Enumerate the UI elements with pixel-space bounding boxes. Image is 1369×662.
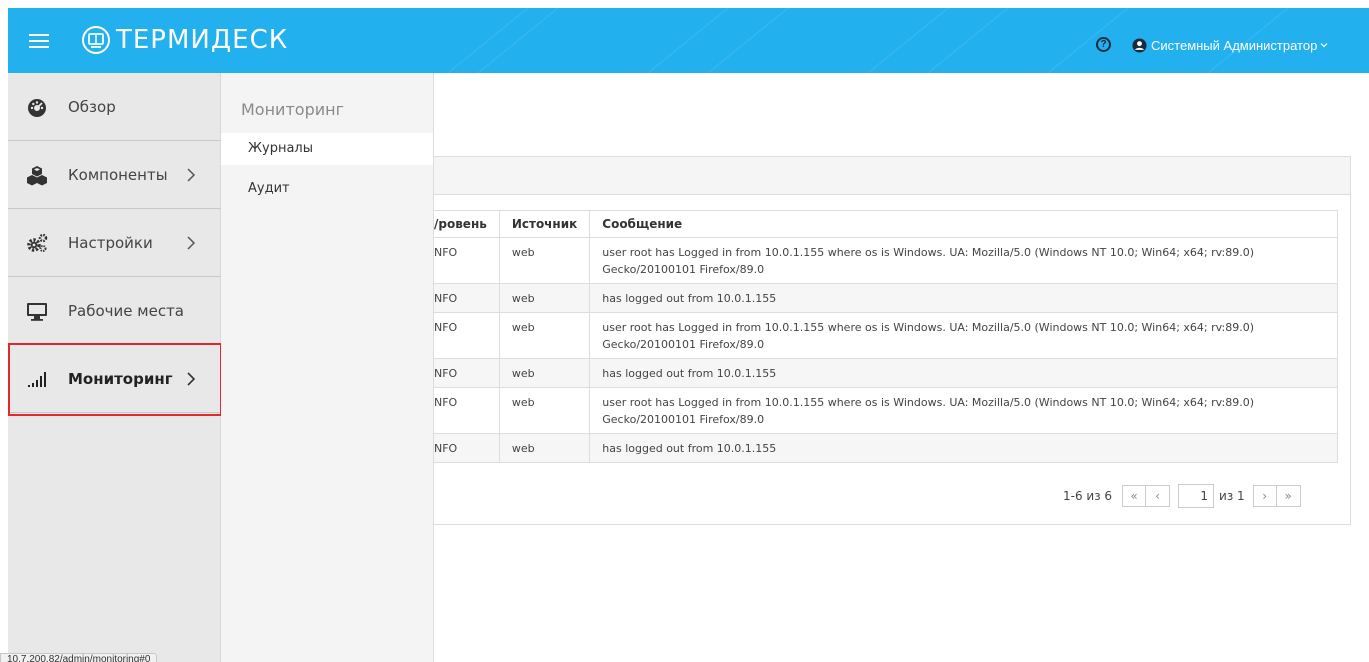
termidesk-logo-icon bbox=[82, 26, 110, 54]
submenu-panel: Мониторинг Журналы Аудит bbox=[221, 73, 434, 662]
sidebar-item-monitoring[interactable]: Мониторинг bbox=[8, 345, 221, 413]
sidebar-item-label: Обзор bbox=[68, 97, 116, 116]
pagination-range: 1-6 из 6 bbox=[1063, 489, 1113, 503]
sidebar-item-label: Рабочие места bbox=[68, 301, 184, 320]
question-circle-icon[interactable]: ? bbox=[1096, 37, 1111, 52]
submenu-item-journals[interactable]: Журналы bbox=[221, 133, 433, 165]
signal-bars-icon bbox=[28, 371, 46, 387]
column-header-message[interactable]: Сообщение bbox=[589, 210, 1338, 238]
logs-table: /ровень Источник Сообщение NFO web user … bbox=[434, 210, 1338, 463]
next-page-button[interactable]: › bbox=[1252, 485, 1277, 507]
top-header: ТЕРМИДЕСК ? Системный Администратор bbox=[8, 8, 1369, 73]
cell-message: has logged out from 10.0.1.155 bbox=[589, 283, 1338, 313]
cell-message: has logged out from 10.0.1.155 bbox=[589, 433, 1338, 463]
sidebar-item-settings[interactable]: Настройки bbox=[8, 209, 221, 277]
cell-message: has logged out from 10.0.1.155 bbox=[589, 358, 1338, 388]
sidebar-item-label: Компоненты bbox=[68, 165, 168, 184]
cell-source: web bbox=[499, 387, 591, 434]
submenu-item-audit[interactable]: Аудит bbox=[221, 173, 433, 205]
first-page-button[interactable]: « bbox=[1122, 485, 1147, 507]
prev-page-button[interactable]: ‹ bbox=[1146, 485, 1171, 507]
sidebar-item-overview[interactable]: Обзор bbox=[8, 73, 221, 141]
cell-source: web bbox=[499, 312, 591, 359]
chevron-right-icon bbox=[187, 167, 196, 182]
gears-icon bbox=[27, 233, 48, 252]
sidebar-item-workplaces[interactable]: Рабочие места bbox=[8, 277, 221, 345]
cell-level: NFO bbox=[434, 237, 500, 284]
table-header-row: /ровень Источник Сообщение bbox=[434, 210, 1338, 238]
pagination: 1-6 из 6 « ‹ из 1 › » bbox=[1063, 484, 1301, 508]
chevron-right-icon bbox=[187, 371, 196, 386]
cell-source: web bbox=[499, 237, 591, 284]
chevron-down-icon bbox=[1320, 43, 1328, 48]
chevron-right-icon bbox=[187, 235, 196, 250]
cubes-icon bbox=[27, 165, 47, 185]
sidebar: Обзор Компоненты Настройки Рабочие места… bbox=[8, 73, 221, 662]
cell-message: user root has Logged in from 10.0.1.155 … bbox=[589, 312, 1338, 359]
hamburger-icon[interactable] bbox=[29, 34, 49, 49]
table-row[interactable]: NFO web has logged out from 10.0.1.155 bbox=[434, 433, 1338, 463]
cell-message: user root has Logged in from 10.0.1.155 … bbox=[589, 387, 1338, 434]
cell-level: NFO bbox=[434, 283, 500, 313]
dashboard-icon bbox=[28, 98, 46, 117]
table-row[interactable]: NFO web user root has Logged in from 10.… bbox=[434, 237, 1338, 284]
user-circle-icon bbox=[1132, 37, 1147, 53]
cell-message: user root has Logged in from 10.0.1.155 … bbox=[589, 237, 1338, 284]
cell-level: NFO bbox=[434, 387, 500, 434]
cell-level: NFO bbox=[434, 433, 500, 463]
status-url: 10.7.200.82/admin/monitoring#0 bbox=[0, 653, 158, 662]
user-name: Системный Администратор bbox=[1151, 37, 1318, 53]
page-number-input[interactable] bbox=[1178, 484, 1215, 508]
cell-source: web bbox=[499, 283, 591, 313]
pagination-total: из 1 bbox=[1219, 489, 1245, 503]
submenu-title: Мониторинг bbox=[241, 100, 344, 119]
last-page-button[interactable]: » bbox=[1276, 485, 1301, 507]
table-row[interactable]: NFO web user root has Logged in from 10.… bbox=[434, 387, 1338, 434]
table-row[interactable]: NFO web has logged out from 10.0.1.155 bbox=[434, 358, 1338, 388]
table-row[interactable]: NFO web user root has Logged in from 10.… bbox=[434, 312, 1338, 359]
brand-name: ТЕРМИДЕСК bbox=[116, 25, 289, 55]
sidebar-item-components[interactable]: Компоненты bbox=[8, 141, 221, 209]
table-row[interactable]: NFO web has logged out from 10.0.1.155 bbox=[434, 283, 1338, 313]
cell-source: web bbox=[499, 358, 591, 388]
cell-level: NFO bbox=[434, 358, 500, 388]
column-header-level[interactable]: /ровень bbox=[434, 210, 500, 238]
panel-header bbox=[434, 157, 1350, 195]
cell-source: web bbox=[499, 433, 591, 463]
column-header-source[interactable]: Источник bbox=[499, 210, 591, 238]
user-menu[interactable]: Системный Администратор bbox=[1132, 36, 1328, 54]
sidebar-item-label: Настройки bbox=[68, 233, 153, 252]
desktop-icon bbox=[27, 302, 47, 321]
sidebar-item-label: Мониторинг bbox=[68, 369, 173, 388]
cell-level: NFO bbox=[434, 312, 500, 359]
